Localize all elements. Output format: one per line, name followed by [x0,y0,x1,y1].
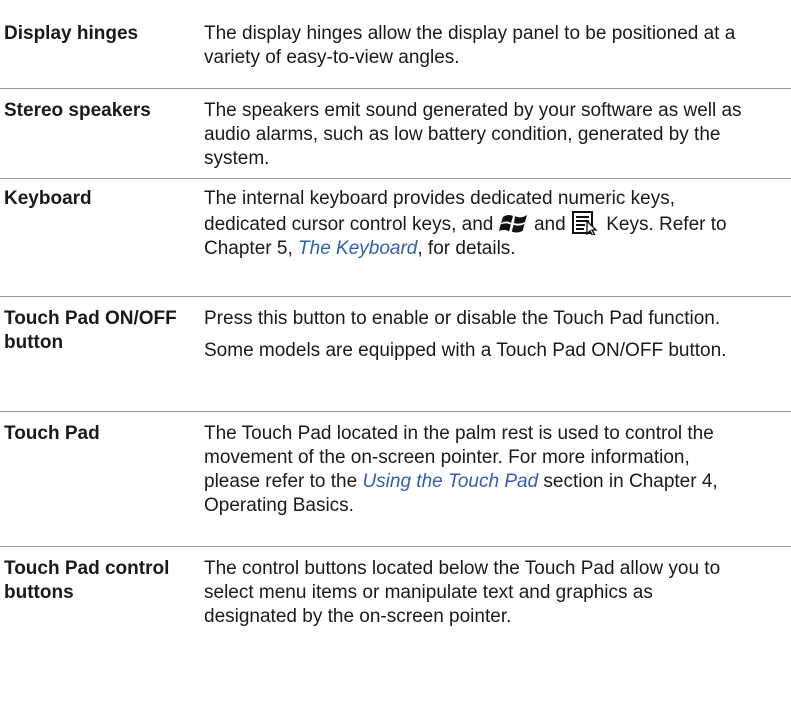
desc-stereo-speakers: The speakers emit sound generated by you… [200,89,791,178]
feature-description-table: Display hinges The display hinges allow … [0,0,791,699]
desc-touch-pad: The Touch Pad located in the palm rest i… [200,422,791,546]
desc-text-part3: , for details. [417,238,516,259]
desc-text-secondary: Some models are equipped with a Touch Pa… [204,340,727,361]
desc-text: The Touch Pad located in the palm rest i… [204,422,751,518]
term-display-hinges: Display hinges [4,23,139,44]
table-row: Touch Pad ON/OFF button Press this butto… [0,297,791,412]
application-menu-icon [571,211,601,235]
using-touch-pad-link[interactable]: Using the Touch Pad [362,471,538,492]
keyboard-chapter-link[interactable]: The Keyboard [298,238,417,259]
desc-text-and: and [533,214,566,235]
term-touch-pad-on-off-button: Touch Pad ON/OFF button [4,308,177,353]
term-touch-pad-control-buttons: Touch Pad control buttons [4,558,170,603]
desc-display-hinges: The display hinges allow the display pan… [200,22,791,88]
desc-text-part1: The internal keyboard provides dedicated… [204,188,676,235]
windows-logo-icon [498,211,529,235]
table-row: Display hinges The display hinges allow … [0,22,791,89]
table-row: Touch Pad control buttons The control bu… [0,547,791,701]
table-row: Keyboard The internal keyboard provides … [0,179,791,297]
table-row: Stereo speakers The speakers emit sound … [0,89,791,179]
desc-touch-pad-on-off-button: Press this button to enable or disable t… [200,307,791,411]
desc-touch-pad-control-buttons: The control buttons located below the To… [200,557,791,701]
term-stereo-speakers: Stereo speakers [4,100,151,121]
desc-text: The internal keyboard provides dedicated… [204,187,751,261]
term-keyboard: Keyboard [4,188,92,209]
desc-keyboard: The internal keyboard provides dedicated… [200,187,791,296]
desc-text: The display hinges allow the display pan… [204,23,736,68]
desc-text: Press this button to enable or disable t… [204,308,721,329]
term-touch-pad: Touch Pad [4,423,100,444]
desc-text: The speakers emit sound generated by you… [204,100,742,169]
desc-text: The control buttons located below the To… [204,558,721,627]
table-row: Touch Pad The Touch Pad located in the p… [0,412,791,547]
